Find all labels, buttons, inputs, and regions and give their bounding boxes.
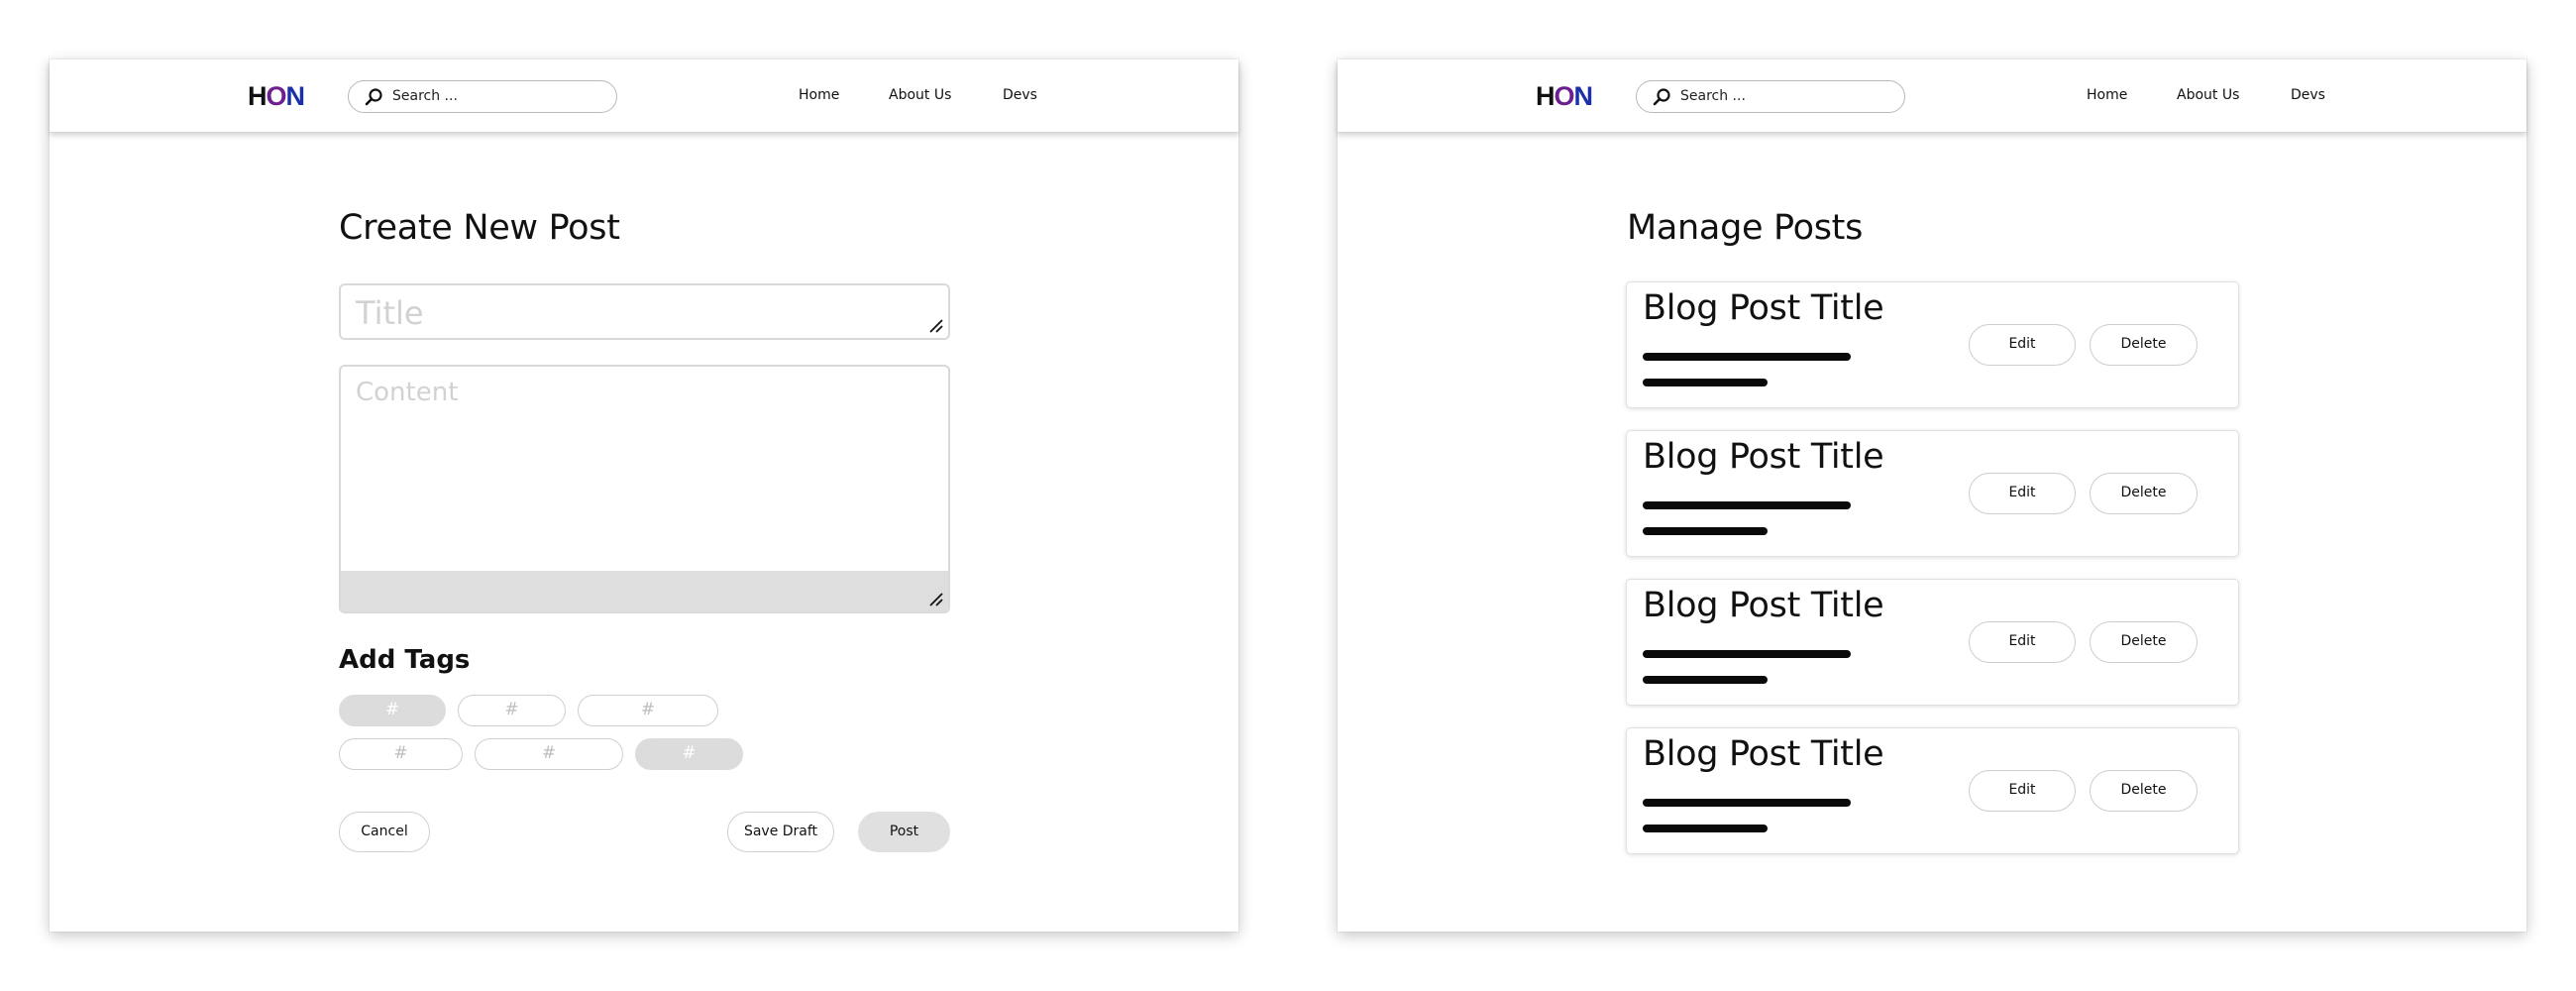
search-icon xyxy=(365,88,382,106)
excerpt-line xyxy=(1643,501,1851,509)
tag-chip[interactable]: # xyxy=(635,738,743,770)
delete-post-button[interactable]: Delete xyxy=(2090,473,2198,514)
excerpt-line xyxy=(1643,825,1768,832)
excerpt-line xyxy=(1643,676,1768,684)
post-button[interactable]: Post xyxy=(858,812,950,852)
edit-post-button[interactable]: Edit xyxy=(1969,770,2076,812)
excerpt-line xyxy=(1643,799,1851,807)
save-draft-button[interactable]: Save Draft xyxy=(727,812,834,852)
post-content-field[interactable]: Content xyxy=(339,365,950,613)
post-card: Blog Post Title Edit Delete xyxy=(1626,430,2239,557)
delete-post-button[interactable]: Delete xyxy=(2090,621,2198,663)
excerpt-line xyxy=(1643,650,1851,658)
post-title-field[interactable]: Title xyxy=(339,283,950,340)
delete-post-button[interactable]: Delete xyxy=(2090,770,2198,812)
nav-devs-link[interactable]: Devs xyxy=(2291,87,2325,103)
search-input[interactable]: Search ... xyxy=(348,80,617,113)
nav-home-link[interactable]: Home xyxy=(2087,87,2127,103)
edit-post-button[interactable]: Edit xyxy=(1969,473,2076,514)
site-logo[interactable]: HON xyxy=(1536,81,1593,111)
post-card: Blog Post Title Edit Delete xyxy=(1626,281,2239,408)
post-title: Blog Post Title xyxy=(1643,734,1884,774)
nav-about-link[interactable]: About Us xyxy=(2177,87,2239,103)
resize-handle-icon[interactable] xyxy=(929,593,943,606)
top-nav-bar: HON Search ... Home About Us Devs xyxy=(50,59,1238,133)
excerpt-line xyxy=(1643,527,1768,535)
manage-posts-screen: HON Search ... Home About Us Devs Manage… xyxy=(1338,59,2526,932)
excerpt-line xyxy=(1643,379,1768,386)
nav-home-link[interactable]: Home xyxy=(799,87,839,103)
resize-handle-icon[interactable] xyxy=(929,319,943,333)
post-title: Blog Post Title xyxy=(1643,288,1884,328)
tag-chip[interactable]: # xyxy=(339,738,463,770)
edit-post-button[interactable]: Edit xyxy=(1969,621,2076,663)
post-title: Blog Post Title xyxy=(1643,437,1884,477)
site-logo[interactable]: HON xyxy=(248,81,305,111)
post-card: Blog Post Title Edit Delete xyxy=(1626,579,2239,706)
top-nav-bar: HON Search ... Home About Us Devs xyxy=(1338,59,2526,133)
post-title: Blog Post Title xyxy=(1643,586,1884,625)
post-card: Blog Post Title Edit Delete xyxy=(1626,727,2239,854)
search-placeholder: Search ... xyxy=(1680,88,1746,104)
title-placeholder: Title xyxy=(356,294,424,332)
delete-post-button[interactable]: Delete xyxy=(2090,324,2198,366)
add-tags-heading: Add Tags xyxy=(339,645,471,675)
tag-chip[interactable]: # xyxy=(339,695,446,726)
nav-about-link[interactable]: About Us xyxy=(889,87,951,103)
create-post-screen: HON Search ... Home About Us Devs Create… xyxy=(50,59,1238,932)
cancel-button[interactable]: Cancel xyxy=(339,812,430,852)
search-input[interactable]: Search ... xyxy=(1636,80,1905,113)
content-placeholder: Content xyxy=(356,378,459,407)
page-title: Create New Post xyxy=(339,208,620,248)
search-placeholder: Search ... xyxy=(392,88,458,104)
excerpt-line xyxy=(1643,353,1851,361)
page-title: Manage Posts xyxy=(1627,208,1864,248)
tag-chip[interactable]: # xyxy=(458,695,566,726)
edit-post-button[interactable]: Edit xyxy=(1969,324,2076,366)
search-icon xyxy=(1653,88,1670,106)
tag-chip[interactable]: # xyxy=(475,738,623,770)
nav-devs-link[interactable]: Devs xyxy=(1003,87,1037,103)
content-toolbar xyxy=(341,571,948,611)
tag-chip[interactable]: # xyxy=(578,695,718,726)
